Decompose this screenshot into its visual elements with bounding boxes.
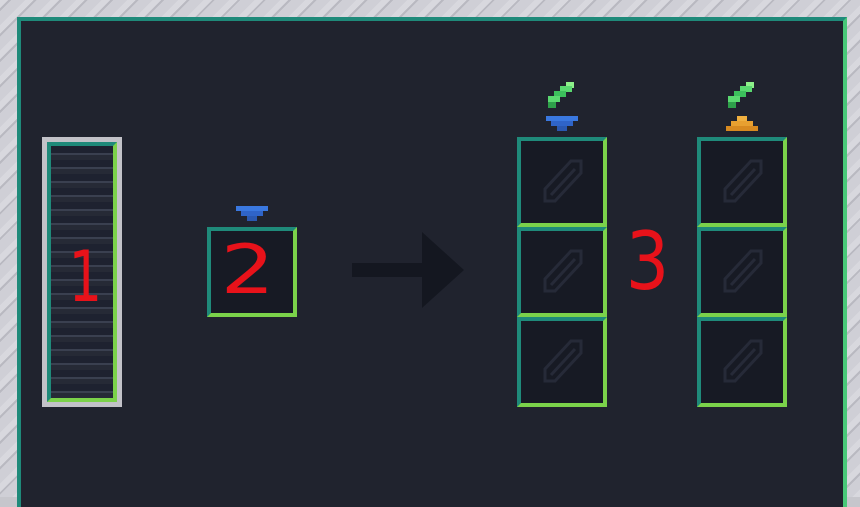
output-b-slot-1[interactable] xyxy=(697,137,787,227)
green-feather-icon xyxy=(548,82,574,108)
marker-3: 3 xyxy=(625,215,670,308)
ghost-feather-icon xyxy=(723,159,763,203)
blue-funnel-icon[interactable] xyxy=(236,206,268,222)
output-b-slot-2[interactable] xyxy=(697,227,787,317)
orange-funnel-icon[interactable] xyxy=(726,116,758,132)
marker-2: 2 xyxy=(220,231,275,310)
ghost-feather-icon xyxy=(543,339,583,383)
output-a-slot-1[interactable] xyxy=(517,137,607,227)
blue-funnel-icon[interactable] xyxy=(546,116,578,132)
right-arrow-icon xyxy=(352,232,464,308)
ghost-feather-icon xyxy=(543,159,583,203)
output-a-slot-2[interactable] xyxy=(517,227,607,317)
ghost-feather-icon xyxy=(723,339,763,383)
green-feather-icon xyxy=(728,82,754,108)
output-a-slot-3[interactable] xyxy=(517,317,607,407)
output-b-slot-3[interactable] xyxy=(697,317,787,407)
ghost-feather-icon xyxy=(543,249,583,293)
ghost-feather-icon xyxy=(723,249,763,293)
marker-1: 1 xyxy=(68,236,102,318)
